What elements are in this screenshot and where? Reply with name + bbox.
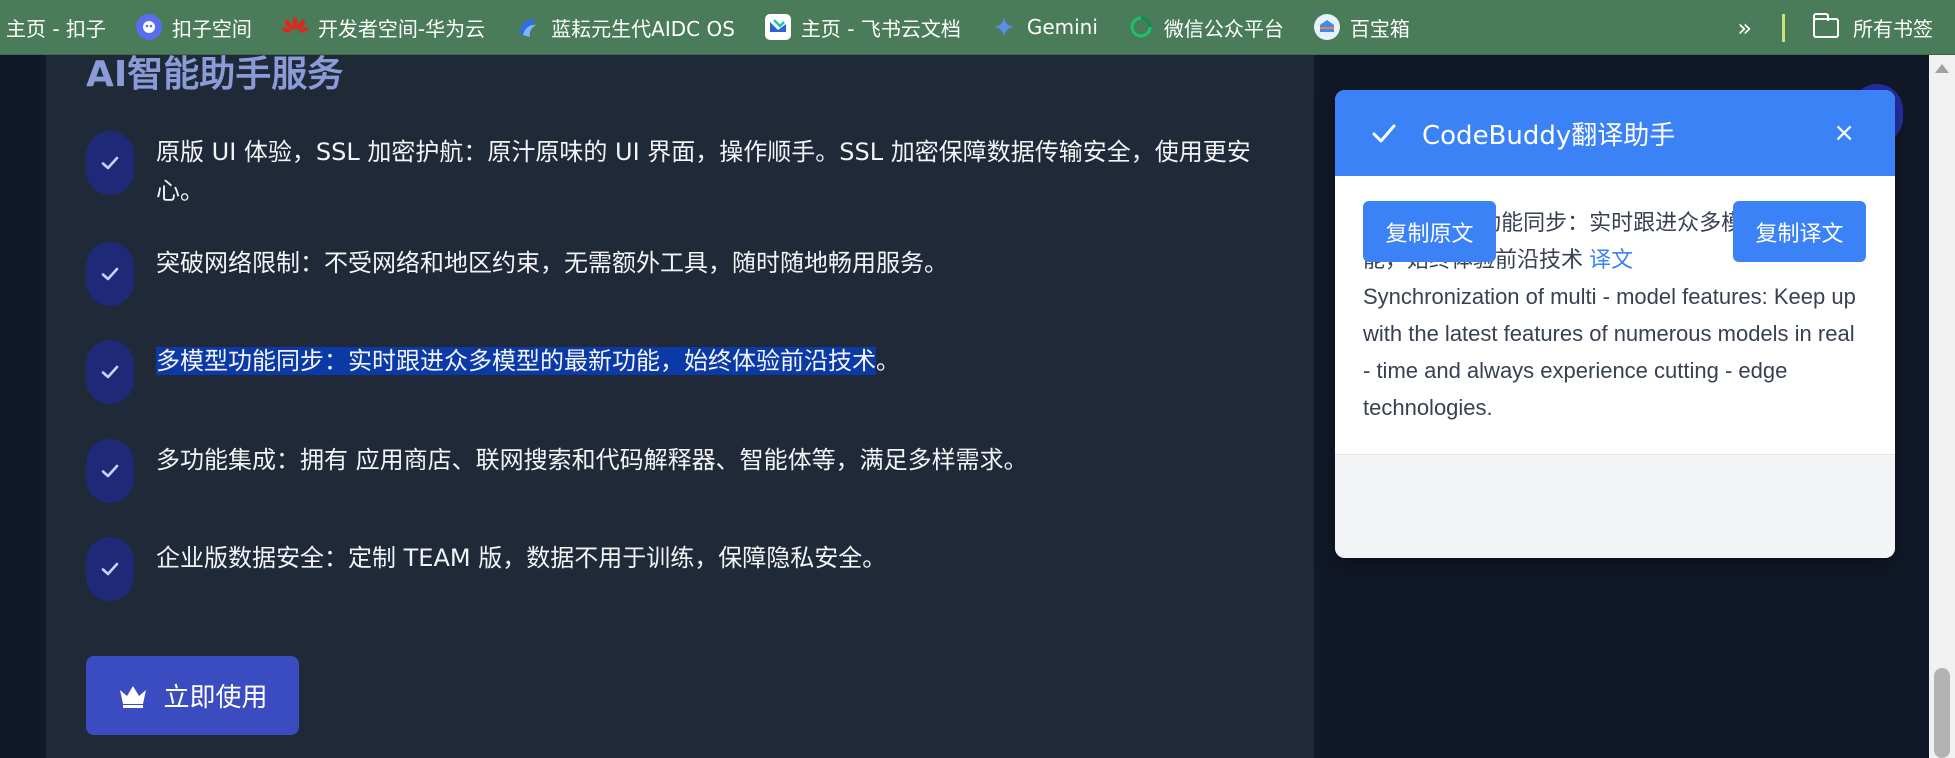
- feature-text-selected: 多模型功能同步：实时跟进众多模型的最新功能，始终体验前沿技术。: [156, 342, 1271, 404]
- wechat-icon: [1128, 14, 1154, 40]
- bookmark-label: 主页 - 飞书云文档: [800, 16, 961, 41]
- copy-original-button[interactable]: 复制原文: [1363, 201, 1496, 262]
- bookmark-label: 蓝耘元生代AIDC OS: [551, 16, 735, 41]
- bookmark-koozi-home[interactable]: 主页 - 扣子: [6, 13, 106, 42]
- baibaoxiang-icon: [1313, 14, 1340, 40]
- coze-space-icon: [135, 14, 162, 40]
- popup-footer: [1335, 454, 1895, 558]
- lanyun-icon: [515, 14, 541, 40]
- feature-item: 多功能集成：拥有 应用商店、联网搜索和代码解释器、智能体等，满足多样需求。: [86, 439, 1286, 503]
- check-icon: [1372, 124, 1396, 143]
- feature-text: 原版 UI 体验，SSL 加密护航：原汁原味的 UI 界面，操作顺手。SSL 加…: [156, 138, 1251, 205]
- feishu-icon: [764, 14, 791, 40]
- translation-label: 译文: [1589, 247, 1634, 272]
- folder-icon: [1813, 12, 1839, 38]
- bookmark-label: 百宝箱: [1349, 16, 1410, 41]
- bookmark-label: 微信公众平台: [1163, 16, 1284, 41]
- selected-text: 多模型功能同步：实时跟进众多模型的最新功能，始终体验前沿技术: [156, 347, 876, 375]
- use-now-button[interactable]: 立即使用: [86, 656, 299, 735]
- bookmarks-right: » 所有书签: [1737, 0, 1955, 55]
- more-bookmarks-button[interactable]: »: [1737, 14, 1752, 42]
- feature-text: 突破网络限制：不受网络和地区约束，无需额外工具，随时随地畅用服务。: [156, 249, 948, 277]
- translation-text: Synchronization of multi - model feature…: [1363, 284, 1856, 420]
- bookmark-label: 开发者空间-华为云: [317, 16, 486, 41]
- feature-item: 突破网络限制：不受网络和地区约束，无需额外工具，随时随地畅用服务。: [86, 242, 1286, 306]
- crown-icon: [120, 685, 147, 708]
- bookmark-label: 主页 - 扣子: [6, 16, 106, 41]
- scrollbar-thumb[interactable]: [1934, 668, 1950, 758]
- popup-header: CodeBuddy翻译助手 ×: [1335, 90, 1895, 176]
- feature-item: 多模型功能同步：实时跟进众多模型的最新功能，始终体验前沿技术。: [86, 340, 1286, 404]
- feature-item: 企业版数据安全：定制 TEAM 版，数据不用于训练，保障隐私安全。: [86, 537, 1286, 601]
- huawei-icon: [281, 14, 308, 40]
- check-icon: [86, 131, 134, 195]
- section-title: AI智能助手服务: [86, 54, 344, 95]
- bookmark-huawei-cloud[interactable]: 开发者空间-华为云: [281, 13, 486, 42]
- bookmark-lanyun[interactable]: 蓝耘元生代AIDC OS: [515, 13, 735, 42]
- scroll-up-arrow-icon[interactable]: [1935, 64, 1949, 73]
- feature-text: 企业版数据安全：定制 TEAM 版，数据不用于训练，保障隐私安全。: [156, 544, 887, 572]
- check-icon: [86, 242, 134, 306]
- use-now-label: 立即使用: [163, 683, 268, 713]
- feature-text-rest: 。: [876, 347, 900, 375]
- bookmark-gemini[interactable]: Gemini: [991, 14, 1098, 40]
- check-icon: [86, 340, 134, 404]
- feature-text: 多功能集成：拥有 应用商店、联网搜索和代码解释器、智能体等，满足多样需求。: [156, 446, 1028, 474]
- all-bookmarks-label: 所有书签: [1853, 17, 1933, 41]
- services-card: AI智能助手服务 原版 UI 体验，SSL 加密护航：原汁原味的 UI 界面，操…: [46, 54, 1314, 758]
- all-bookmarks-button[interactable]: 所有书签: [1813, 12, 1933, 42]
- check-icon: [86, 537, 134, 601]
- popup-title: CodeBuddy翻译助手: [1422, 120, 1676, 151]
- copy-translation-button[interactable]: 复制译文: [1733, 201, 1866, 262]
- bookmark-baibaoxiang[interactable]: 百宝箱: [1313, 13, 1410, 42]
- bookmark-koozi-space[interactable]: 扣子空间: [135, 13, 252, 42]
- bookmark-feishu[interactable]: 主页 - 飞书云文档: [764, 13, 961, 42]
- gemini-icon: [991, 14, 1017, 40]
- scrollbar[interactable]: [1929, 55, 1955, 758]
- translation-popup: CodeBuddy翻译助手 × 原文 多模型功能同步：实时跟进众多模型的最新功能…: [1335, 90, 1895, 558]
- bookmark-label: 扣子空间: [171, 16, 252, 41]
- close-icon[interactable]: ×: [1833, 118, 1855, 148]
- bookmark-wechat-mp[interactable]: 微信公众平台: [1128, 13, 1284, 42]
- bookmarks-separator: [1782, 13, 1785, 42]
- bookmark-label: Gemini: [1026, 15, 1098, 39]
- feature-item: 原版 UI 体验，SSL 加密护航：原汁原味的 UI 界面，操作顺手。SSL 加…: [86, 131, 1286, 211]
- check-icon: [86, 439, 134, 503]
